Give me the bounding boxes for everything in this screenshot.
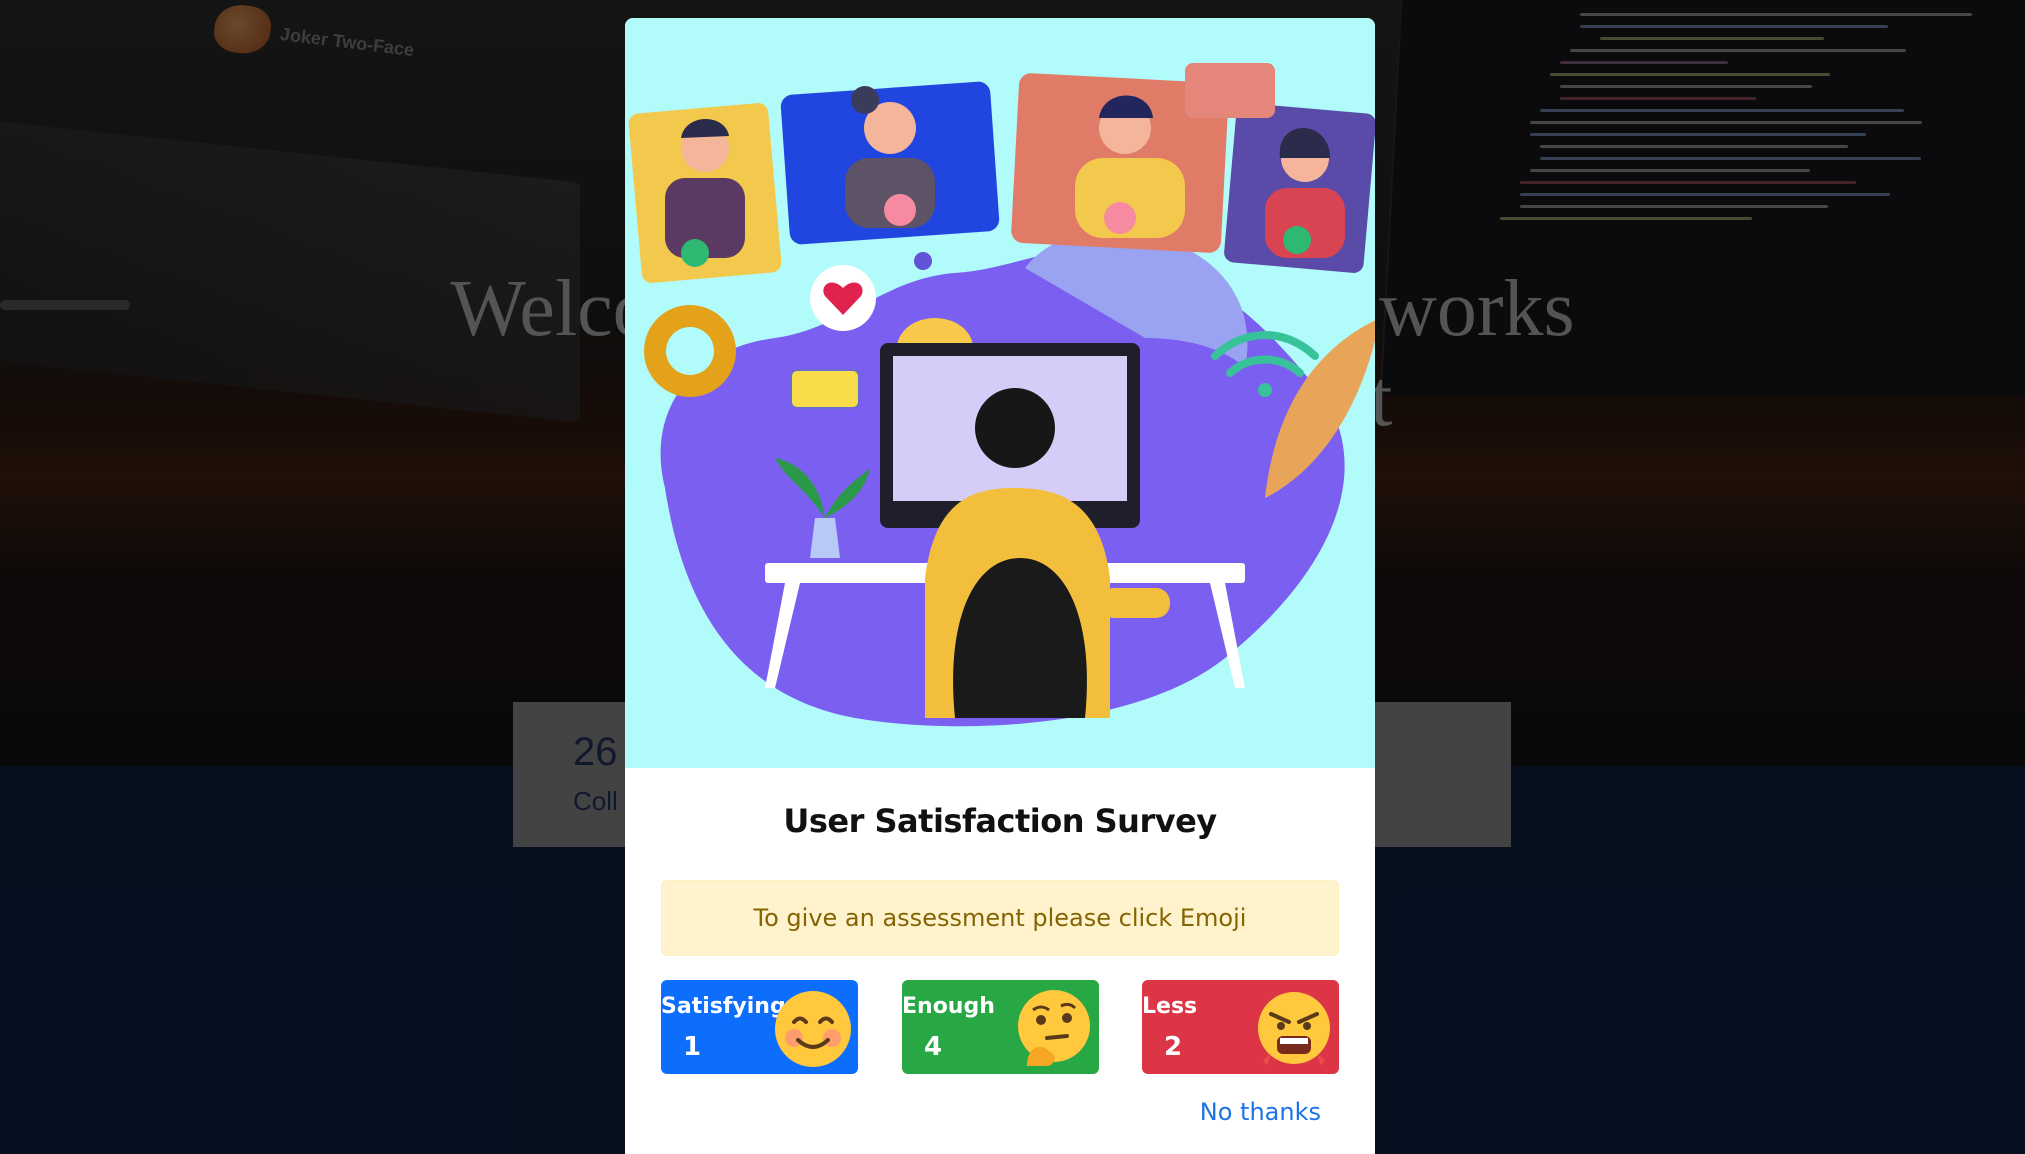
rating-label: Less [1142,994,1198,1019]
rating-count: 1 [683,1032,702,1062]
rating-less-button[interactable]: Less 2 [1142,980,1339,1074]
rating-count: 2 [1164,1032,1183,1062]
smiling-face-icon [775,991,851,1067]
angry-face-icon [1258,992,1330,1066]
rating-count: 4 [924,1032,943,1062]
video-call-illustration [625,18,1375,768]
instruction-alert: To give an assessment please click Emoji [661,880,1339,956]
rating-label: Enough [902,994,995,1019]
rating-options: Satisfying 1 Enough 4 Less 2 [661,980,1339,1076]
instruction-text: To give an assessment please click Emoji [753,904,1247,932]
no-thanks-link[interactable]: No thanks [1200,1098,1321,1126]
thinking-face-icon [1018,990,1090,1066]
survey-title: User Satisfaction Survey [783,802,1217,840]
survey-modal: User Satisfaction Survey To give an asse… [625,18,1375,1154]
rating-enough-button[interactable]: Enough 4 [902,980,1099,1074]
rating-label: Satisfying [661,994,786,1019]
rating-satisfying-button[interactable]: Satisfying 1 [661,980,858,1074]
